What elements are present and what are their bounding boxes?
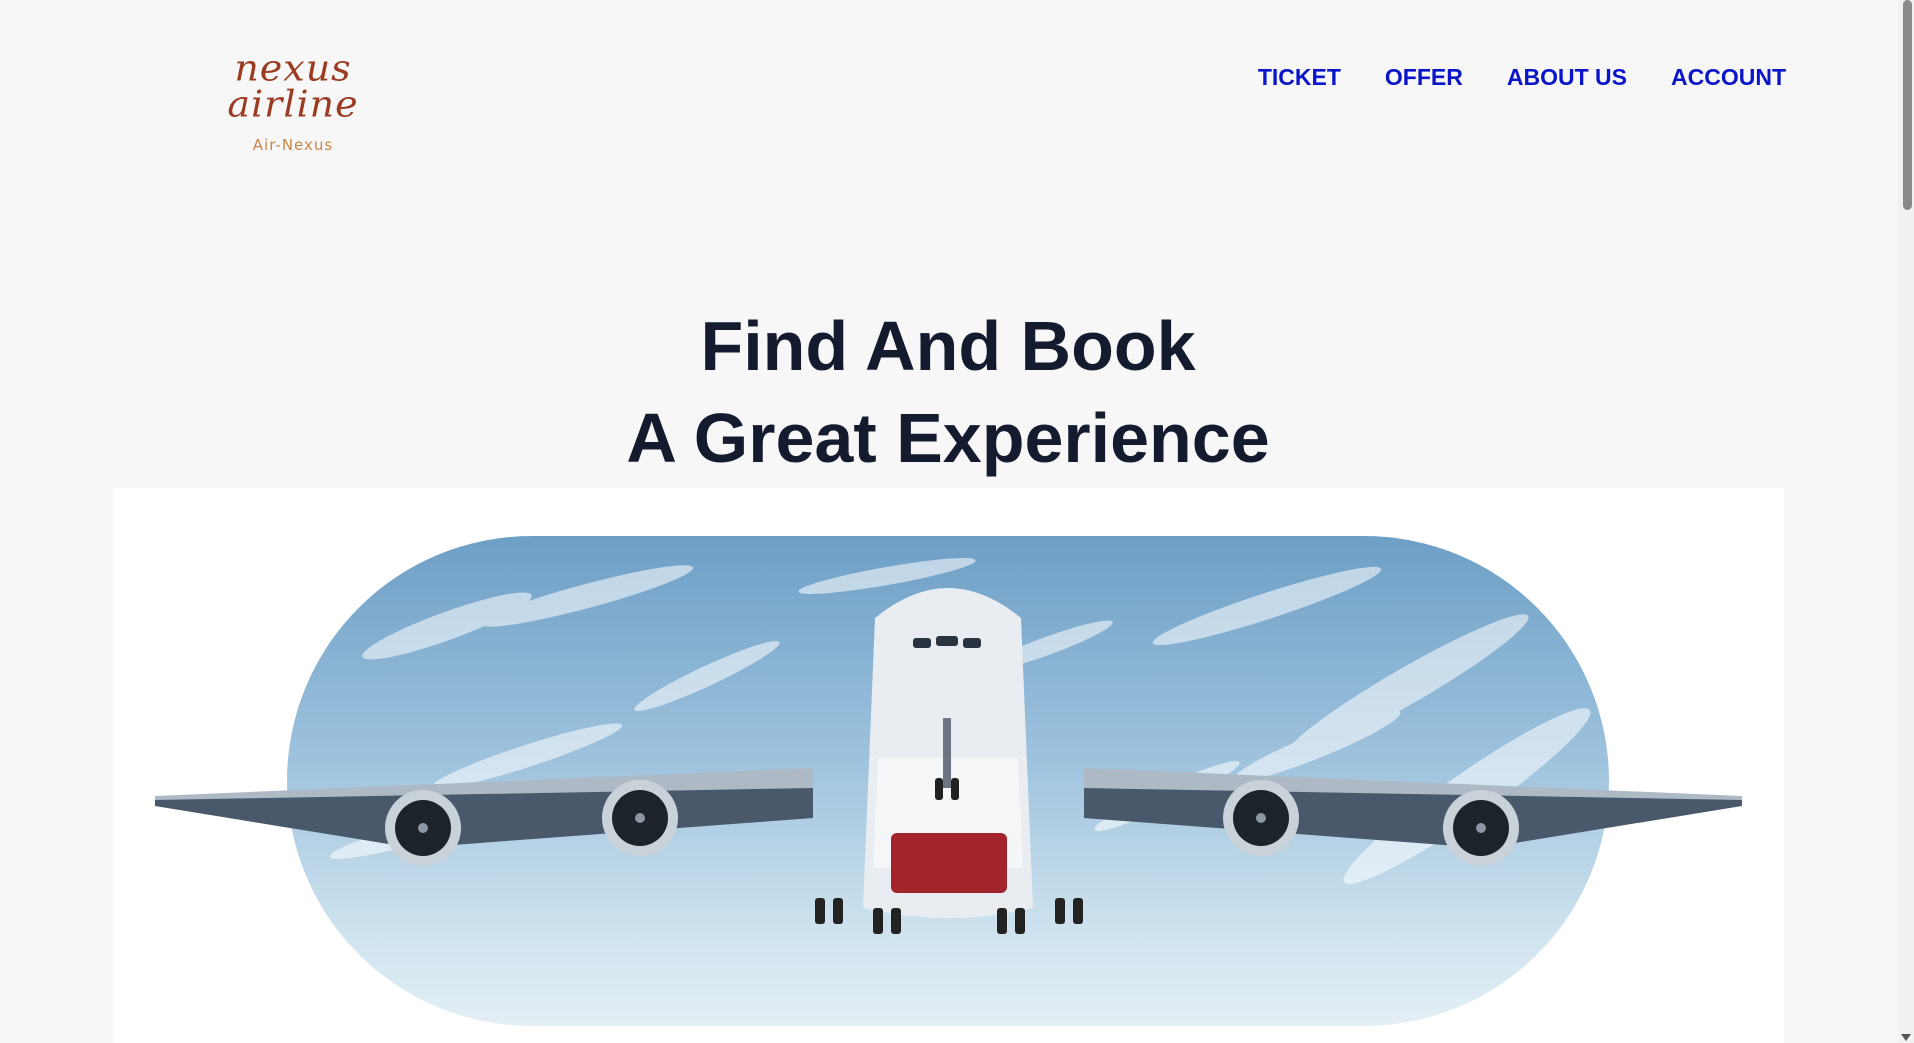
logo-tagline: Air-Nexus [252, 136, 334, 154]
hero-image-panel [113, 488, 1784, 1043]
hero-heading: Find And Book A Great Experience [112, 300, 1784, 484]
nav-ticket-link[interactable]: TICKET [1258, 66, 1341, 89]
hero-title-line-1: Find And Book [700, 307, 1196, 385]
landing-page: nexus airline Air-Nexus TICKET OFFER ABO… [0, 0, 1914, 1043]
nav-account-link[interactable]: ACCOUNT [1671, 66, 1786, 89]
scroll-down-arrow-icon[interactable] [1901, 1034, 1911, 1041]
vertical-scrollbar[interactable] [1898, 0, 1914, 1043]
scrollbar-thumb[interactable] [1903, 0, 1912, 210]
airplane-illustration [155, 588, 1742, 934]
nav-offer-link[interactable]: OFFER [1385, 66, 1463, 89]
main-nav: TICKET OFFER ABOUT US ACCOUNT [1258, 66, 1786, 89]
brand-logo[interactable]: nexus airline Air-Nexus [168, 36, 418, 154]
nav-about-us-link[interactable]: ABOUT US [1507, 66, 1627, 89]
logo-wordmark: nexus airline [227, 47, 359, 125]
hero-title-line-2: A Great Experience [626, 399, 1270, 477]
